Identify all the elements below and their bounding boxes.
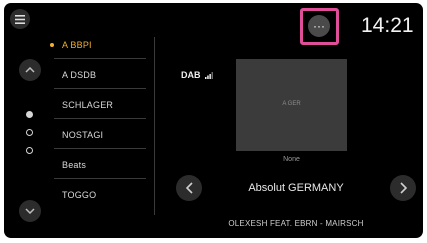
page-dot [26,129,33,136]
album-art-caption: A GER [282,101,301,107]
more-options-button[interactable]: ··· [308,15,330,37]
list-icon [15,14,25,24]
signal-strength-icon [205,72,213,79]
radio-screen: A BBPI A DSDB SCHLAGER NOSTAGI Beats TOG… [4,3,423,238]
clock: 14:21 [361,14,414,37]
program-info: None [283,156,300,163]
station-item-label: SCHLAGER [62,100,114,110]
page-dot [26,147,33,154]
station-item-label: TOGGO [62,190,97,200]
panel-divider [154,37,155,215]
chevron-down-icon [25,208,35,214]
station-item[interactable]: SCHLAGER [54,89,146,119]
page-dot-active [26,111,33,118]
station-item-label: NOSTAGI [62,130,104,140]
active-indicator [50,43,54,47]
menu-button[interactable] [10,9,30,29]
chevron-right-icon [399,182,407,194]
previous-station-button[interactable] [176,175,202,201]
track-info: OLEXESH FEAT. EBRN - MAIRSCH [228,219,364,228]
station-item[interactable]: NOSTAGI [54,119,146,149]
source-label: DAB [181,70,201,80]
station-name: Absolut GERMANY [248,182,344,194]
station-item-label: Beats [62,160,87,170]
station-list: A BBPI A DSDB SCHLAGER NOSTAGI Beats TOG… [50,29,146,209]
next-station-button[interactable] [390,175,416,201]
station-item[interactable]: Beats [54,149,146,179]
scroll-down-button[interactable] [19,200,41,222]
more-icon: ··· [313,19,325,33]
album-art: A GER [236,59,347,151]
chevron-left-icon [185,182,193,194]
station-item[interactable]: TOGGO [54,179,146,209]
scroll-up-button[interactable] [19,59,41,81]
chevron-up-icon [25,67,35,73]
station-item[interactable]: A BBPI [50,29,146,59]
station-item-label: A BBPI [62,40,92,50]
station-item-label: A DSDB [62,70,97,80]
station-item[interactable]: A DSDB [54,59,146,89]
